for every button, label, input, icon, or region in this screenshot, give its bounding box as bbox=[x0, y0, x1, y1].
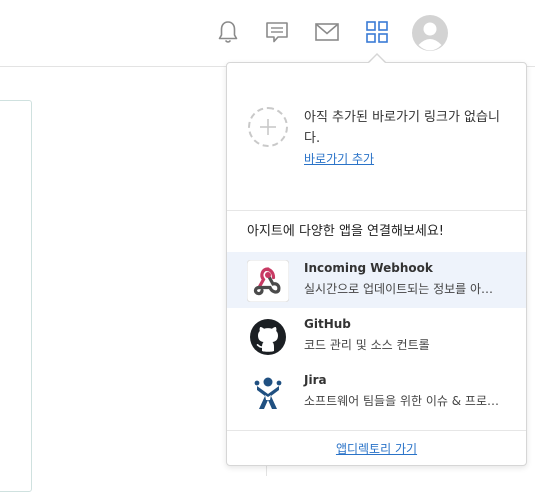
dropdown-caret-fill bbox=[368, 55, 386, 64]
github-icon bbox=[247, 316, 289, 358]
background-panel bbox=[0, 100, 32, 492]
app-name: GitHub bbox=[304, 317, 351, 331]
apps-dropdown: 아직 추가된 바로가기 링크가 없습니다. 바로가기 추가 아지트에 다양한 앱… bbox=[226, 62, 527, 466]
app-item-github[interactable]: GitHub 코드 관리 및 소스 컨트롤 bbox=[227, 308, 526, 364]
app-name: Incoming Webhook bbox=[304, 261, 433, 275]
app-description: 코드 관리 및 소스 컨트롤 bbox=[304, 338, 430, 352]
bell-icon[interactable] bbox=[214, 17, 242, 47]
app-directory-link[interactable]: 앱디렉토리 가기 bbox=[336, 440, 417, 457]
chat-icon[interactable] bbox=[263, 17, 291, 47]
add-shortcut-circle[interactable] bbox=[248, 107, 288, 147]
shortcut-empty-section: 아직 추가된 바로가기 링크가 없습니다. 바로가기 추가 bbox=[227, 63, 526, 211]
empty-shortcut-message: 아직 추가된 바로가기 링크가 없습니다. bbox=[304, 110, 500, 146]
apps-section-title: 아지트에 다양한 앱을 연결해보세요! bbox=[247, 224, 445, 239]
apps-grid-icon[interactable] bbox=[363, 17, 391, 47]
plus-icon bbox=[260, 119, 276, 135]
app-item-incoming-webhook[interactable]: Incoming Webhook 실시간으로 업데이트되는 정보를 아지트에서 … bbox=[227, 252, 526, 308]
app-description: 실시간으로 업데이트되는 정보를 아지트에서 받아보세요 bbox=[304, 282, 504, 296]
dropdown-footer: 앱디렉토리 가기 bbox=[227, 430, 526, 466]
webhook-icon bbox=[247, 260, 289, 302]
app-description: 소프트웨어 팀들을 위한 이슈 & 프로젝트 관리 bbox=[304, 394, 504, 408]
top-bar bbox=[0, 0, 535, 67]
app-name: Jira bbox=[304, 373, 327, 387]
app-item-jira[interactable]: Jira 소프트웨어 팀들을 위한 이슈 & 프로젝트 관리 bbox=[227, 364, 526, 420]
add-shortcut-link[interactable]: 바로가기 추가 bbox=[304, 150, 374, 167]
avatar-icon[interactable] bbox=[411, 14, 449, 52]
jira-icon bbox=[247, 372, 289, 414]
mail-icon[interactable] bbox=[313, 17, 341, 47]
